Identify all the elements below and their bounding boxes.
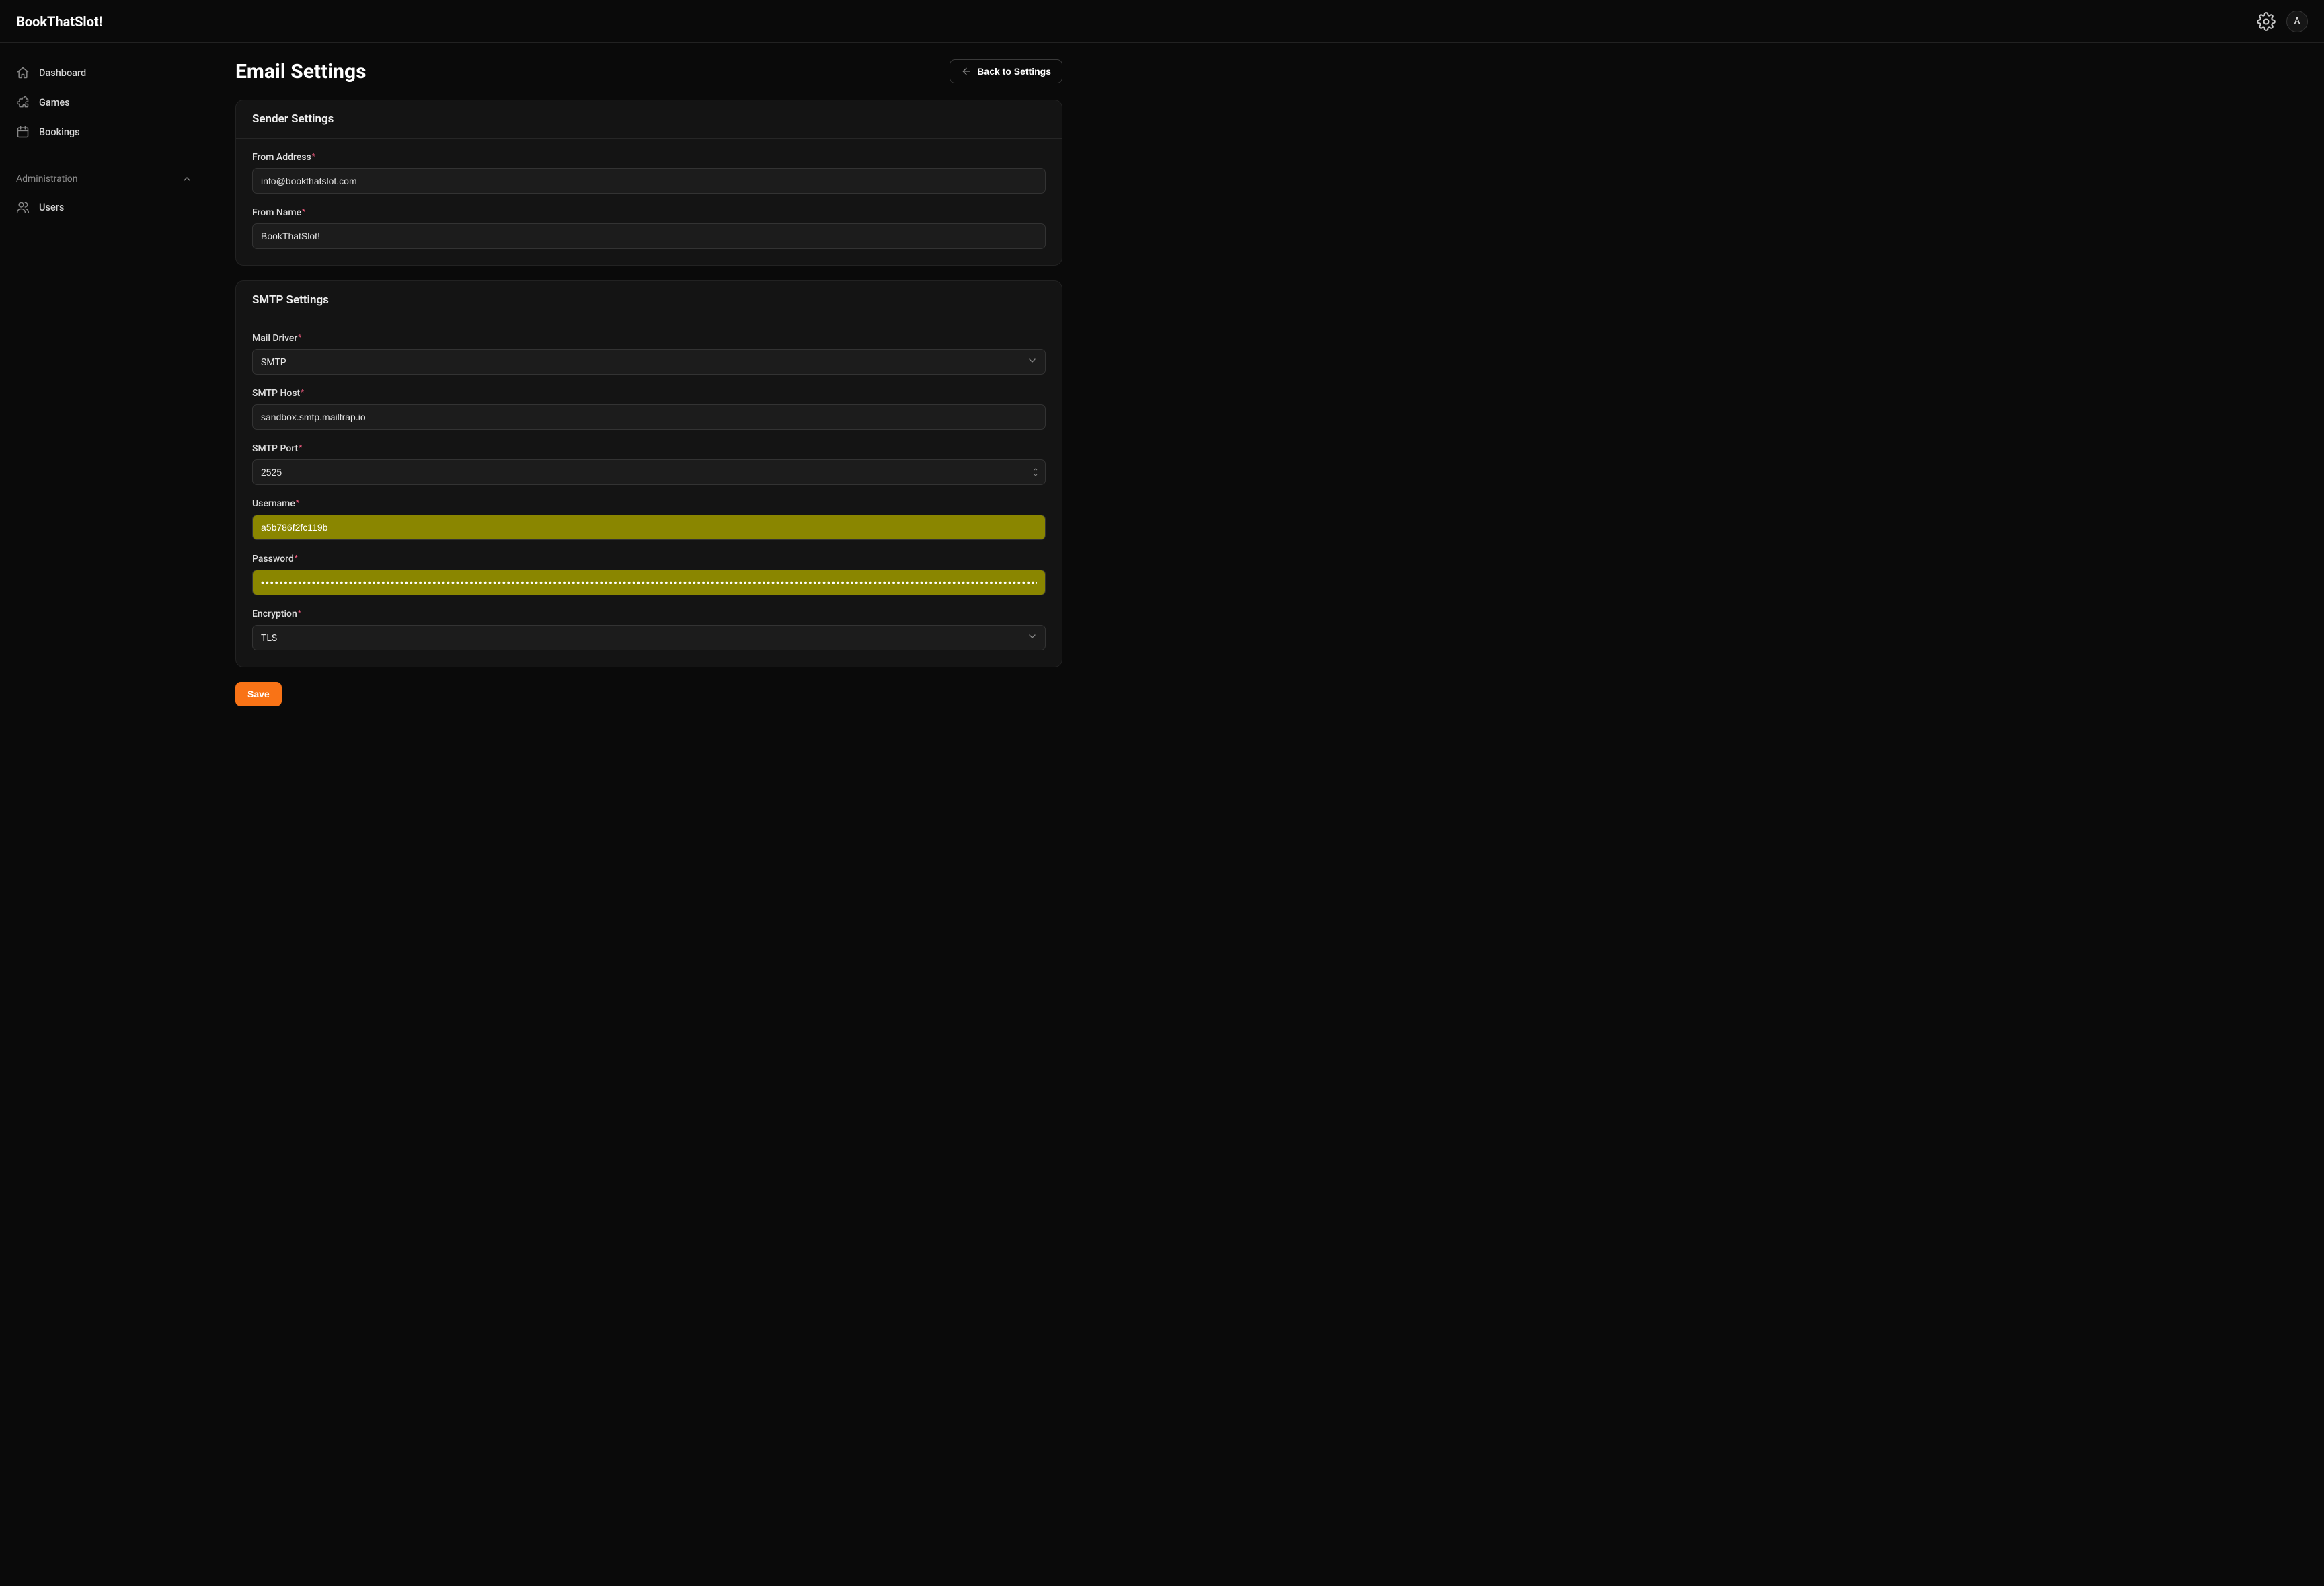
sidebar-item-label: Bookings [39,126,80,138]
password-label: Password* [252,554,1046,564]
avatar[interactable]: A [2286,11,2308,32]
mail-driver-label: Mail Driver* [252,333,1046,344]
chevron-up-icon [182,174,192,184]
card-title: SMTP Settings [236,281,1062,319]
required-indicator: * [296,498,299,507]
calendar-icon [16,125,30,139]
from-address-input[interactable] [252,168,1046,194]
smtp-port-label: SMTP Port* [252,443,1046,454]
from-name-label: From Name* [252,207,1046,218]
sidebar-section-administration[interactable]: Administration [8,167,200,191]
content: Email Settings Back to Settings Sender S… [208,43,2324,1586]
smtp-port-input[interactable] [252,459,1046,485]
save-button[interactable]: Save [235,682,282,706]
home-icon [16,66,30,79]
username-input[interactable] [252,515,1046,540]
username-label: Username* [252,498,1046,509]
required-indicator: * [299,443,302,452]
sender-settings-card: Sender Settings From Address* From Name* [235,100,1062,266]
back-to-settings-button[interactable]: Back to Settings [950,59,1062,83]
mail-driver-select[interactable]: SMTP [252,349,1046,375]
sidebar: Dashboard Games Bookings Administration [0,43,208,1586]
sidebar-item-label: Dashboard [39,67,86,79]
required-indicator: * [298,333,301,342]
from-address-label: From Address* [252,152,1046,163]
encryption-label: Encryption* [252,609,1046,619]
brand-logo[interactable]: BookThatSlot! [16,13,102,30]
users-icon [16,200,30,214]
back-button-label: Back to Settings [977,66,1051,77]
avatar-initial: A [2294,16,2300,26]
required-indicator: * [298,609,301,617]
arrow-left-icon [961,66,972,77]
settings-icon[interactable] [2257,12,2276,31]
page-title: Email Settings [235,60,366,83]
smtp-settings-card: SMTP Settings Mail Driver* SMTP [235,280,1062,667]
sidebar-item-users[interactable]: Users [8,194,200,221]
topbar: BookThatSlot! A [0,0,2324,43]
save-button-label: Save [247,689,270,700]
puzzle-icon [16,96,30,109]
required-indicator: * [295,554,298,562]
card-title: Sender Settings [236,100,1062,139]
required-indicator: * [301,388,304,397]
required-indicator: * [302,207,305,216]
sidebar-item-games[interactable]: Games [8,89,200,116]
encryption-select[interactable]: TLS [252,625,1046,650]
sidebar-section-label: Administration [16,174,77,184]
smtp-host-label: SMTP Host* [252,388,1046,399]
sidebar-item-label: Games [39,97,70,108]
sidebar-item-dashboard[interactable]: Dashboard [8,59,200,86]
sidebar-item-bookings[interactable]: Bookings [8,118,200,145]
sidebar-item-label: Users [39,202,64,213]
password-input[interactable] [252,570,1046,595]
smtp-host-input[interactable] [252,404,1046,430]
required-indicator: * [312,152,315,161]
from-name-input[interactable] [252,223,1046,249]
